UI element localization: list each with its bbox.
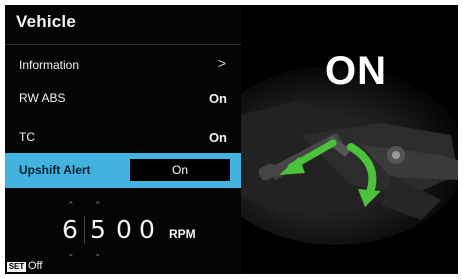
shift-lever-image xyxy=(206,5,458,274)
rpm-unit-label: RPM xyxy=(169,227,196,241)
rpm-digit[interactable]: 5 xyxy=(90,215,106,245)
menu-panel: Vehicle Information > RW ABS On TC On Up… xyxy=(5,5,241,274)
menu-item-value: On xyxy=(208,91,227,106)
menu-item-tc[interactable]: TC On xyxy=(5,127,241,147)
digit-up-arrow-icon[interactable]: ⌃ xyxy=(94,201,102,210)
menu-item-upshift-alert[interactable]: Upshift Alert On xyxy=(5,153,241,188)
page-title: Vehicle xyxy=(16,12,76,31)
upshift-illustration: ON xyxy=(206,5,458,274)
digit-up-arrow-icon[interactable]: ⌃ xyxy=(67,201,75,210)
chevron-right-icon: > xyxy=(217,55,226,71)
digit-down-arrow-icon[interactable]: ⌄ xyxy=(67,249,75,258)
menu-item-label: Upshift Alert xyxy=(19,163,91,177)
rpm-digit[interactable]: 0 xyxy=(116,215,132,245)
menu-item-label: TC xyxy=(19,130,35,144)
menu-item-value: On xyxy=(208,130,227,145)
set-status-label: Off xyxy=(28,260,43,272)
digit-down-arrow-icon[interactable]: ⌄ xyxy=(94,249,102,258)
menu-item-label: RW ABS xyxy=(19,91,66,105)
menu-item-information[interactable]: Information > xyxy=(5,55,241,75)
vehicle-screen: Vehicle Information > RW ABS On TC On Up… xyxy=(5,5,458,274)
digit-divider xyxy=(84,216,85,244)
upshift-alert-toggle[interactable]: On xyxy=(130,159,230,181)
menu-item-label: Information xyxy=(19,58,80,72)
rpm-digit[interactable]: 6 xyxy=(62,215,78,245)
menu-item-rw-abs[interactable]: RW ABS On xyxy=(5,88,241,108)
title-divider xyxy=(5,44,241,45)
rpm-digit[interactable]: 0 xyxy=(139,215,155,245)
alert-status-text: ON xyxy=(325,49,387,93)
set-badge: SET xyxy=(7,262,26,272)
